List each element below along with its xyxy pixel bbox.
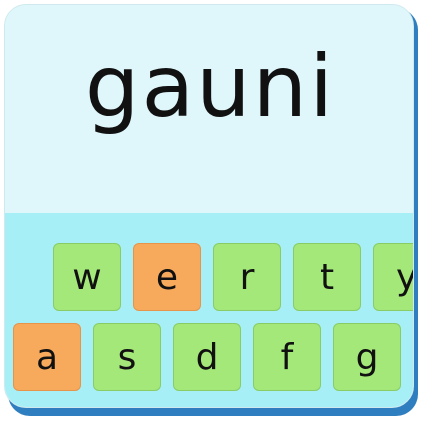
key-e[interactable]: e (133, 243, 201, 311)
app-card: gauni w e r t y a s d f g (4, 4, 414, 408)
key-f[interactable]: f (253, 323, 321, 391)
key-a[interactable]: a (13, 323, 81, 391)
key-d[interactable]: d (173, 323, 241, 391)
key-t[interactable]: t (293, 243, 361, 311)
key-y[interactable]: y (373, 243, 413, 311)
keyboard-area: w e r t y a s d f g (5, 213, 413, 407)
key-r[interactable]: r (213, 243, 281, 311)
target-word: gauni (84, 37, 336, 137)
key-g[interactable]: g (333, 323, 401, 391)
word-display-area: gauni (5, 5, 413, 213)
key-w[interactable]: w (53, 243, 121, 311)
key-s[interactable]: s (93, 323, 161, 391)
